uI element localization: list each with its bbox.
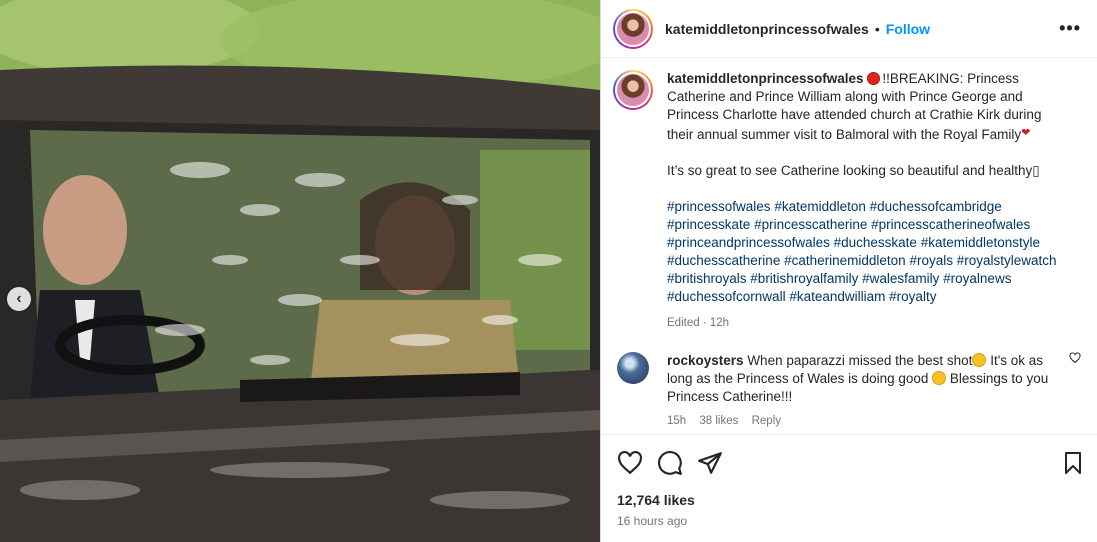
hashtag-link[interactable]: #katemiddletonstyle (921, 235, 1040, 250)
like-count[interactable]: 12,764 likes (601, 492, 1097, 508)
hashtag-link[interactable]: #walesfamily (862, 271, 939, 286)
smile-emoji-icon (932, 371, 947, 385)
comment-text-a: When paparazzi missed the best shot (747, 353, 973, 368)
heart-emoji-icon: ❤ (1021, 127, 1031, 139)
hashtag-link[interactable]: #kateandwilliam (789, 289, 885, 304)
hashtag-link[interactable]: #duchesscatherine (667, 253, 780, 268)
caption-avatar[interactable] (613, 70, 653, 110)
hashtag-link[interactable]: #royals (909, 253, 953, 268)
caption-body: katemiddletonprincessofwales !!BREAKING:… (667, 70, 1057, 332)
hashtag-link[interactable]: #duchessofcornwall (667, 289, 786, 304)
comments-section: katemiddletonprincessofwales !!BREAKING:… (601, 58, 1097, 434)
hashtag-link[interactable]: #princessofwales (667, 199, 771, 214)
hashtag-link[interactable]: #princeandprincessofwales (667, 235, 830, 250)
hashtag-list: #princessofwales #katemiddleton #duchess… (667, 198, 1057, 306)
separator-dot: • (874, 20, 880, 37)
hashtag-link[interactable]: #duchesskate (834, 235, 917, 250)
post-modal: ‹ katemiddletonprincessofwales • Follow … (0, 0, 1097, 542)
comment-like-icon[interactable] (1069, 352, 1081, 367)
post-time: 16 hours ago (617, 514, 688, 528)
hashtag-link[interactable]: #princesscatherineofwales (871, 217, 1030, 232)
more-options-icon[interactable]: ••• (1059, 18, 1081, 39)
commenter-username[interactable]: rockoysters (667, 353, 744, 368)
comment-likes[interactable]: 38 likes (699, 415, 738, 427)
post-photo[interactable]: ‹ (0, 0, 600, 542)
bookmark-icon[interactable] (1061, 450, 1085, 476)
action-bar (601, 434, 1097, 490)
red-circle-emoji-icon (867, 72, 881, 85)
hashtag-link[interactable]: #britishroyals (667, 271, 747, 286)
heart-icon[interactable] (617, 450, 643, 476)
hashtag-link[interactable]: #princesscatherine (754, 217, 867, 232)
hashtag-link[interactable]: #britishroyalfamily (750, 271, 858, 286)
hashtag-link[interactable]: #royalty (889, 289, 936, 304)
author-username[interactable]: katemiddletonprincessofwales (665, 21, 869, 37)
commenter-avatar[interactable] (617, 352, 649, 384)
surprised-emoji-icon (972, 353, 987, 367)
comment-age: 15h (667, 415, 687, 427)
avatar[interactable] (613, 8, 653, 49)
comment-meta: 15h 38 likes Reply (667, 412, 1057, 430)
hashtag-link[interactable]: #catherinemiddleton (784, 253, 906, 268)
hashtag-link[interactable]: #katemiddleton (774, 199, 866, 214)
comment-icon[interactable] (657, 450, 683, 476)
post-header: katemiddletonprincessofwales • Follow ••… (601, 0, 1097, 58)
caption: katemiddletonprincessofwales !!BREAKING:… (613, 70, 1081, 332)
caption-second: It’s so great to see Catherine looking s… (667, 163, 1040, 178)
hashtag-link[interactable]: #royalstylewatch (957, 253, 1057, 268)
comment-body: rockoysters When paparazzi missed the be… (667, 352, 1057, 430)
reply-button[interactable]: Reply (752, 415, 781, 427)
caption-username[interactable]: katemiddletonprincessofwales (667, 71, 864, 86)
hashtag-link[interactable]: #duchessofcambridge (870, 199, 1002, 214)
share-icon[interactable] (697, 450, 723, 476)
caption-meta: Edited · 12h (667, 317, 730, 329)
follow-button[interactable]: Follow (886, 21, 930, 37)
comment-item: rockoysters When paparazzi missed the be… (613, 352, 1081, 430)
hashtag-link[interactable]: #princesskate (667, 217, 750, 232)
post-side-panel: katemiddletonprincessofwales • Follow ••… (600, 0, 1097, 542)
car-photo-illustration (0, 0, 600, 542)
chevron-left-icon[interactable]: ‹ (7, 287, 31, 311)
hashtag-link[interactable]: #royalnews (943, 271, 1011, 286)
